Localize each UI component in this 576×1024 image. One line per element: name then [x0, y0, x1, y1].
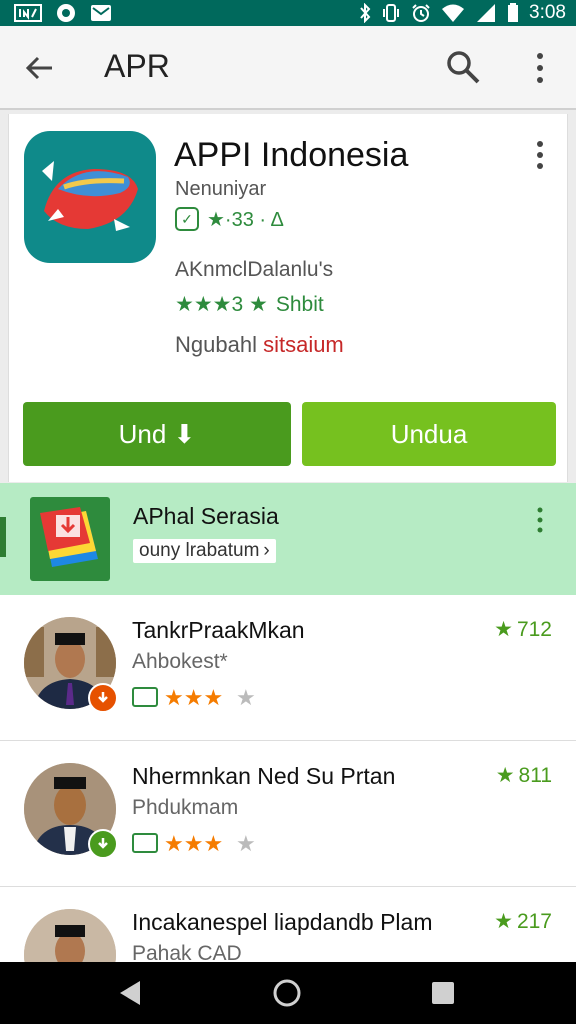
search-icon[interactable] — [444, 48, 482, 86]
app-detail-card: APPI Indonesia Nenuniyar ✓ ★·33 · Δ AKnm… — [8, 114, 568, 482]
download-button[interactable]: Undua — [302, 402, 556, 466]
layered-download-icon — [40, 507, 98, 567]
svg-text:★: ★ — [236, 832, 256, 855]
list-item-rating: ★ 712 — [494, 617, 552, 642]
rating-row: ✓ ★·33 · Δ — [175, 206, 284, 232]
installed-badge-icon — [88, 829, 118, 859]
list-item-subtitle: Phdukmam — [132, 796, 239, 819]
svg-text:★★★: ★★★ — [164, 686, 223, 709]
app-name: APPI Indonesia — [174, 136, 409, 174]
whale-logo-icon — [42, 161, 138, 231]
star-icon: ★ — [494, 910, 513, 933]
status-line: Ngubahl sitsaium — [175, 332, 344, 358]
list-item-rating: ★ 217 — [494, 909, 552, 934]
promo-overflow-menu-icon[interactable] — [534, 507, 546, 533]
status-label: Ngubahl — [175, 332, 257, 357]
vibrate-icon — [383, 4, 400, 22]
promo-edge-marker — [0, 517, 6, 557]
svg-text:★: ★ — [236, 686, 256, 709]
page-title: APR — [104, 48, 170, 84]
rating-text: ★·33 · Δ — [207, 208, 284, 231]
app-list: TankrPraakMkan Ahbokest* ★ 712 ★★★ ★ Nhe… — [0, 595, 576, 965]
app-subtitle: AKnmclDalanlu's — [175, 258, 334, 281]
person-portrait-icon — [24, 909, 116, 965]
notification-app-icon — [14, 4, 42, 22]
stars-text: ★★★3 ★ — [175, 293, 268, 316]
mail-notification-icon — [91, 5, 111, 21]
battery-icon — [508, 3, 519, 22]
list-item-rating: ★ 811 — [496, 763, 552, 788]
bluetooth-icon — [360, 3, 371, 23]
svg-text:★★★: ★★★ — [164, 832, 223, 855]
list-item-rating-value: 811 — [518, 763, 552, 787]
check-badge-icon: ✓ — [175, 207, 199, 231]
status-time: 3:08 — [529, 2, 566, 23]
category-tag-icon — [132, 833, 158, 853]
list-item-rating-value: 712 — [516, 617, 552, 641]
nav-home-icon[interactable] — [272, 978, 302, 1008]
promo-title: APhal Serasia — [133, 503, 279, 529]
star-icon: ★ — [495, 764, 515, 787]
screen: 3:08 APR APPI Indonesia Nenuniyar ✓ ★·33… — [0, 0, 576, 1024]
status-bar: 3:08 — [0, 0, 576, 26]
list-item[interactable]: Incakanespel liapdandb Plam Pahak CAD ★ … — [0, 887, 576, 965]
promo-app-icon[interactable] — [30, 497, 110, 581]
star-rating: ★★★ ★ — [164, 832, 256, 855]
list-item-rating-value: 217 — [516, 909, 552, 933]
list-item-title: TankrPraakMkan — [132, 617, 305, 643]
list-item-subtitle: Ahbokest* — [132, 650, 228, 673]
promo-chip-label: ouny lrabatum — [139, 540, 260, 561]
circle-notification-icon — [57, 4, 75, 22]
chevron-right-icon: › — [263, 540, 270, 561]
avatar — [24, 909, 116, 965]
card-overflow-menu-icon[interactable] — [531, 140, 549, 170]
stars-row: ★★★3 ★ Shbit — [175, 292, 324, 317]
developer-name[interactable]: Nenuniyar — [175, 178, 266, 201]
list-item-title: Nhermnkan Ned Su Prtan — [132, 763, 396, 789]
nav-recents-icon[interactable] — [430, 980, 456, 1006]
overflow-menu-icon[interactable] — [530, 50, 550, 86]
alarm-icon — [412, 4, 430, 22]
promo-chip[interactable]: ouny lrabatum › — [133, 539, 276, 563]
list-item-meta: ★★★ ★ — [132, 685, 264, 709]
status-value: sitsaium — [263, 332, 344, 357]
install-badge-icon — [88, 683, 118, 713]
category-tag-icon — [132, 687, 158, 707]
star-icon: ★ — [494, 618, 513, 641]
stars-label: Shbit — [275, 292, 324, 316]
back-arrow-icon[interactable] — [22, 50, 58, 86]
wifi-icon — [442, 4, 465, 22]
promo-row[interactable]: APhal Serasia ouny lrabatum › — [0, 483, 576, 595]
list-item-meta: ★★★ ★ — [132, 831, 264, 855]
list-item[interactable]: TankrPraakMkan Ahbokest* ★ 712 ★★★ ★ — [0, 595, 576, 741]
list-item[interactable]: Nhermnkan Ned Su Prtan Phdukmam ★ 811 ★★… — [0, 741, 576, 887]
signal-icon — [477, 4, 496, 22]
navigation-bar — [0, 962, 576, 1024]
star-rating: ★★★ ★ — [164, 686, 256, 709]
app-icon[interactable] — [24, 131, 156, 263]
app-bar: APR — [0, 26, 576, 110]
list-item-title: Incakanespel liapdandb Plam — [132, 909, 433, 935]
nav-back-icon[interactable] — [116, 979, 144, 1007]
install-button[interactable]: Und ⬇ — [23, 402, 291, 466]
